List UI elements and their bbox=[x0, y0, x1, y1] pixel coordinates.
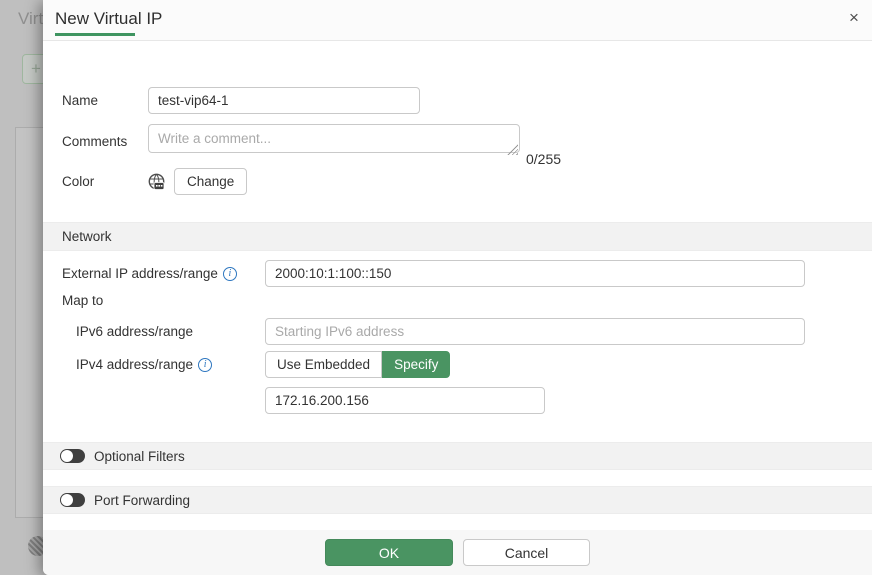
map-to-label: Map to bbox=[62, 293, 872, 308]
optional-filters-toggle[interactable] bbox=[60, 449, 85, 463]
ipv4-mode-segmented-control: Use Embedded Specify bbox=[265, 351, 450, 378]
ipv4-address-row bbox=[265, 387, 872, 414]
ipv6-row: IPv6 address/range bbox=[76, 318, 872, 345]
network-section-header: Network bbox=[43, 222, 872, 251]
info-icon: i bbox=[223, 267, 237, 281]
name-label: Name bbox=[62, 93, 148, 108]
close-icon[interactable]: × bbox=[843, 7, 865, 29]
color-label: Color bbox=[62, 174, 148, 189]
ipv4-label-group: IPv4 address/range i bbox=[76, 357, 265, 372]
cancel-button[interactable]: Cancel bbox=[463, 539, 590, 566]
dialog-body: Name Comments 0/255 Color Change bbox=[43, 41, 872, 514]
dialog-header: New Virtual IP × bbox=[43, 0, 872, 41]
optional-filters-label: Optional Filters bbox=[94, 449, 185, 464]
port-forwarding-section: Port Forwarding bbox=[43, 486, 872, 514]
toggle-knob bbox=[61, 494, 73, 506]
plus-icon: + bbox=[31, 59, 41, 79]
external-ip-label: External IP address/range bbox=[62, 266, 218, 281]
use-embedded-option[interactable]: Use Embedded bbox=[265, 351, 382, 378]
color-row: Color Change bbox=[62, 168, 872, 195]
dialog-title: New Virtual IP bbox=[55, 9, 162, 29]
active-tab-underline bbox=[55, 33, 135, 36]
optional-filters-section: Optional Filters bbox=[43, 442, 872, 470]
network-section-title: Network bbox=[62, 229, 112, 244]
name-input[interactable] bbox=[148, 87, 420, 114]
change-color-button[interactable]: Change bbox=[174, 168, 247, 195]
info-icon: i bbox=[198, 358, 212, 372]
ipv6-label: IPv6 address/range bbox=[76, 324, 265, 339]
toggle-knob bbox=[61, 450, 73, 462]
comments-textarea[interactable] bbox=[148, 124, 520, 153]
ipv4-label: IPv4 address/range bbox=[76, 357, 193, 372]
comments-row: Comments 0/255 bbox=[62, 124, 872, 158]
section-spacer bbox=[43, 470, 872, 486]
dialog-footer: OK Cancel bbox=[43, 530, 872, 575]
specify-option[interactable]: Specify bbox=[382, 351, 450, 378]
external-ip-input[interactable] bbox=[265, 260, 805, 287]
port-forwarding-label: Port Forwarding bbox=[94, 493, 190, 508]
ipv4-address-input[interactable] bbox=[265, 387, 545, 414]
external-ip-row: External IP address/range i bbox=[62, 260, 872, 287]
external-ip-label-group: External IP address/range i bbox=[62, 266, 265, 281]
color-palette-icon bbox=[148, 173, 165, 190]
new-virtual-ip-dialog: New Virtual IP × Name Comments 0/255 Col… bbox=[43, 0, 872, 575]
background-page-title: Virt bbox=[18, 9, 43, 29]
comments-label: Comments bbox=[62, 134, 148, 149]
comments-char-counter: 0/255 bbox=[526, 151, 561, 167]
ipv6-input[interactable] bbox=[265, 318, 805, 345]
ok-button[interactable]: OK bbox=[325, 539, 453, 566]
ipv4-mode-row: IPv4 address/range i Use Embedded Specif… bbox=[76, 351, 872, 378]
name-row: Name bbox=[62, 87, 872, 114]
port-forwarding-toggle[interactable] bbox=[60, 493, 85, 507]
